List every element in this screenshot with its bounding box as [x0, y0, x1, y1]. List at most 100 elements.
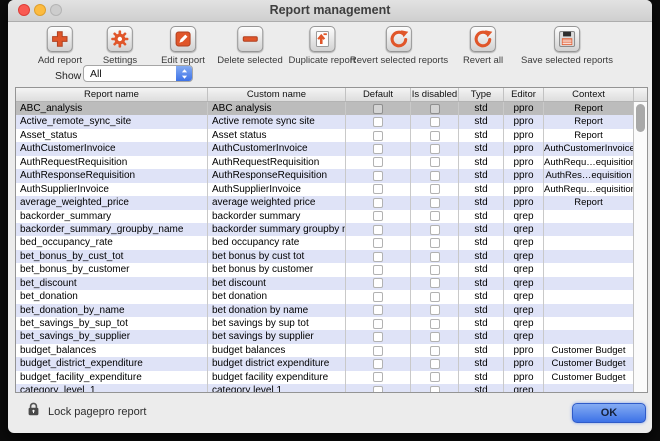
table-row[interactable]: AuthCustomerInvoiceAuthCustomerInvoicest…	[16, 142, 634, 155]
is-disabled-checkbox[interactable]	[430, 305, 440, 315]
revert-selected-reports-label: Revert selected reports	[350, 55, 448, 66]
delete-selected-button[interactable]: Delete selected	[217, 26, 282, 66]
duplicate-report-label: Duplicate report	[288, 55, 355, 66]
table-row[interactable]: AuthSupplierInvoiceAuthSupplierInvoicest…	[16, 183, 634, 196]
table-row[interactable]: category_level_1category level 1stdqrep	[16, 384, 634, 392]
is-disabled-checkbox[interactable]	[430, 332, 440, 342]
is-disabled-checkbox-cell	[411, 371, 459, 384]
default-checkbox[interactable]	[373, 319, 383, 329]
default-checkbox[interactable]	[373, 157, 383, 167]
table-row[interactable]: bet_bonus_by_customerbet bonus by custom…	[16, 263, 634, 276]
is-disabled-checkbox[interactable]	[430, 319, 440, 329]
default-checkbox-cell	[346, 102, 411, 115]
is-disabled-checkbox[interactable]	[430, 131, 440, 141]
table-row[interactable]: budget_district_expenditurebudget distri…	[16, 357, 634, 370]
default-checkbox[interactable]	[373, 278, 383, 288]
default-checkbox[interactable]	[373, 305, 383, 315]
is-disabled-checkbox[interactable]	[430, 211, 440, 221]
add-report-icon	[47, 26, 73, 52]
default-checkbox[interactable]	[373, 265, 383, 275]
table-row[interactable]: bet_discountbet discountstdqrep	[16, 277, 634, 290]
default-checkbox[interactable]	[373, 211, 383, 221]
is-disabled-checkbox[interactable]	[430, 359, 440, 369]
is-disabled-checkbox-cell	[411, 263, 459, 276]
default-checkbox[interactable]	[373, 104, 383, 114]
table-row[interactable]: bet_donationbet donationstdqrep	[16, 290, 634, 303]
lock-pagepro-report-control[interactable]: Lock pagepro report	[27, 402, 146, 421]
default-checkbox[interactable]	[373, 238, 383, 248]
is-disabled-checkbox-cell	[411, 250, 459, 263]
default-checkbox[interactable]	[373, 346, 383, 356]
table-row[interactable]: Asset_statusAsset statusstdpproReport	[16, 129, 634, 142]
table-row[interactable]: bed_occupancy_ratebed occupancy ratestdq…	[16, 236, 634, 249]
column-header-custom-name[interactable]: Custom name	[208, 88, 346, 101]
is-disabled-checkbox[interactable]	[430, 372, 440, 382]
table-row[interactable]: backorder_summarybackorder summarystdqre…	[16, 210, 634, 223]
is-disabled-checkbox[interactable]	[430, 386, 440, 392]
scrollbar-thumb[interactable]	[636, 104, 645, 132]
cell-custom-name: average weighted price	[208, 196, 346, 209]
default-checkbox[interactable]	[373, 252, 383, 262]
cell-report-name: bet_savings_by_sup_tot	[16, 317, 208, 330]
default-checkbox[interactable]	[373, 131, 383, 141]
is-disabled-checkbox[interactable]	[430, 117, 440, 127]
cell-custom-name: AuthResponseRequisition	[208, 169, 346, 182]
default-checkbox[interactable]	[373, 292, 383, 302]
table-row[interactable]: budget_facility_expenditurebudget facili…	[16, 371, 634, 384]
column-header-editor[interactable]: Editor	[504, 88, 544, 101]
is-disabled-checkbox[interactable]	[430, 265, 440, 275]
default-checkbox[interactable]	[373, 225, 383, 235]
column-header-is-disabled[interactable]: Is disabled	[411, 88, 459, 101]
is-disabled-checkbox[interactable]	[430, 157, 440, 167]
column-header-default[interactable]: Default	[346, 88, 411, 101]
table-row[interactable]: bet_bonus_by_cust_totbet bonus by cust t…	[16, 250, 634, 263]
is-disabled-checkbox[interactable]	[430, 104, 440, 114]
table-row[interactable]: bet_savings_by_sup_totbet savings by sup…	[16, 317, 634, 330]
default-checkbox[interactable]	[373, 372, 383, 382]
table-row[interactable]: bet_donation_by_namebet donation by name…	[16, 304, 634, 317]
window-titlebar[interactable]: Report management	[8, 0, 652, 22]
ok-button[interactable]: OK	[572, 403, 646, 423]
default-checkbox[interactable]	[373, 198, 383, 208]
table-row[interactable]: ABC_analysisABC analysisstdpproReport	[16, 102, 634, 115]
edit-report-button[interactable]: Edit report	[161, 26, 205, 66]
default-checkbox[interactable]	[373, 332, 383, 342]
cell-custom-name: Active remote sync site	[208, 115, 346, 128]
is-disabled-checkbox[interactable]	[430, 171, 440, 181]
column-header-type[interactable]: Type	[459, 88, 504, 101]
table-row[interactable]: AuthResponseRequisitionAuthResponseRequi…	[16, 169, 634, 182]
default-checkbox[interactable]	[373, 184, 383, 194]
is-disabled-checkbox[interactable]	[430, 278, 440, 288]
revert-selected-reports-button[interactable]: Revert selected reports	[350, 26, 448, 66]
table-row[interactable]: Active_remote_sync_siteActive remote syn…	[16, 115, 634, 128]
add-report-button[interactable]: Add report	[38, 26, 82, 66]
is-disabled-checkbox[interactable]	[430, 144, 440, 154]
save-selected-reports-button[interactable]: Save selected reports	[521, 26, 613, 66]
column-header-context[interactable]: Context	[544, 88, 634, 101]
table-row[interactable]: average_weighted_priceaverage weighted p…	[16, 196, 634, 209]
is-disabled-checkbox[interactable]	[430, 238, 440, 248]
is-disabled-checkbox[interactable]	[430, 346, 440, 356]
is-disabled-checkbox[interactable]	[430, 292, 440, 302]
is-disabled-checkbox[interactable]	[430, 184, 440, 194]
default-checkbox[interactable]	[373, 144, 383, 154]
default-checkbox[interactable]	[373, 386, 383, 392]
is-disabled-checkbox[interactable]	[430, 225, 440, 235]
table-row[interactable]: bet_savings_by_supplierbet savings by su…	[16, 330, 634, 343]
duplicate-report-button[interactable]: Duplicate report	[288, 26, 355, 66]
default-checkbox[interactable]	[373, 359, 383, 369]
column-header-report-name[interactable]: Report name	[16, 88, 208, 101]
cell-type: std	[459, 317, 504, 330]
table-row[interactable]: backorder_summary_groupby_namebackorder …	[16, 223, 634, 236]
default-checkbox[interactable]	[373, 171, 383, 181]
settings-button[interactable]: Settings	[103, 26, 137, 66]
is-disabled-checkbox[interactable]	[430, 198, 440, 208]
show-dropdown-value: All	[84, 68, 176, 80]
default-checkbox[interactable]	[373, 117, 383, 127]
table-row[interactable]: budget_balancesbudget balancesstdpproCus…	[16, 344, 634, 357]
is-disabled-checkbox[interactable]	[430, 252, 440, 262]
show-dropdown[interactable]: All	[83, 65, 193, 82]
table-scrollbar[interactable]	[633, 102, 647, 392]
revert-all-button[interactable]: Revert all	[463, 26, 503, 66]
table-row[interactable]: AuthRequestRequisitionAuthRequestRequisi…	[16, 156, 634, 169]
